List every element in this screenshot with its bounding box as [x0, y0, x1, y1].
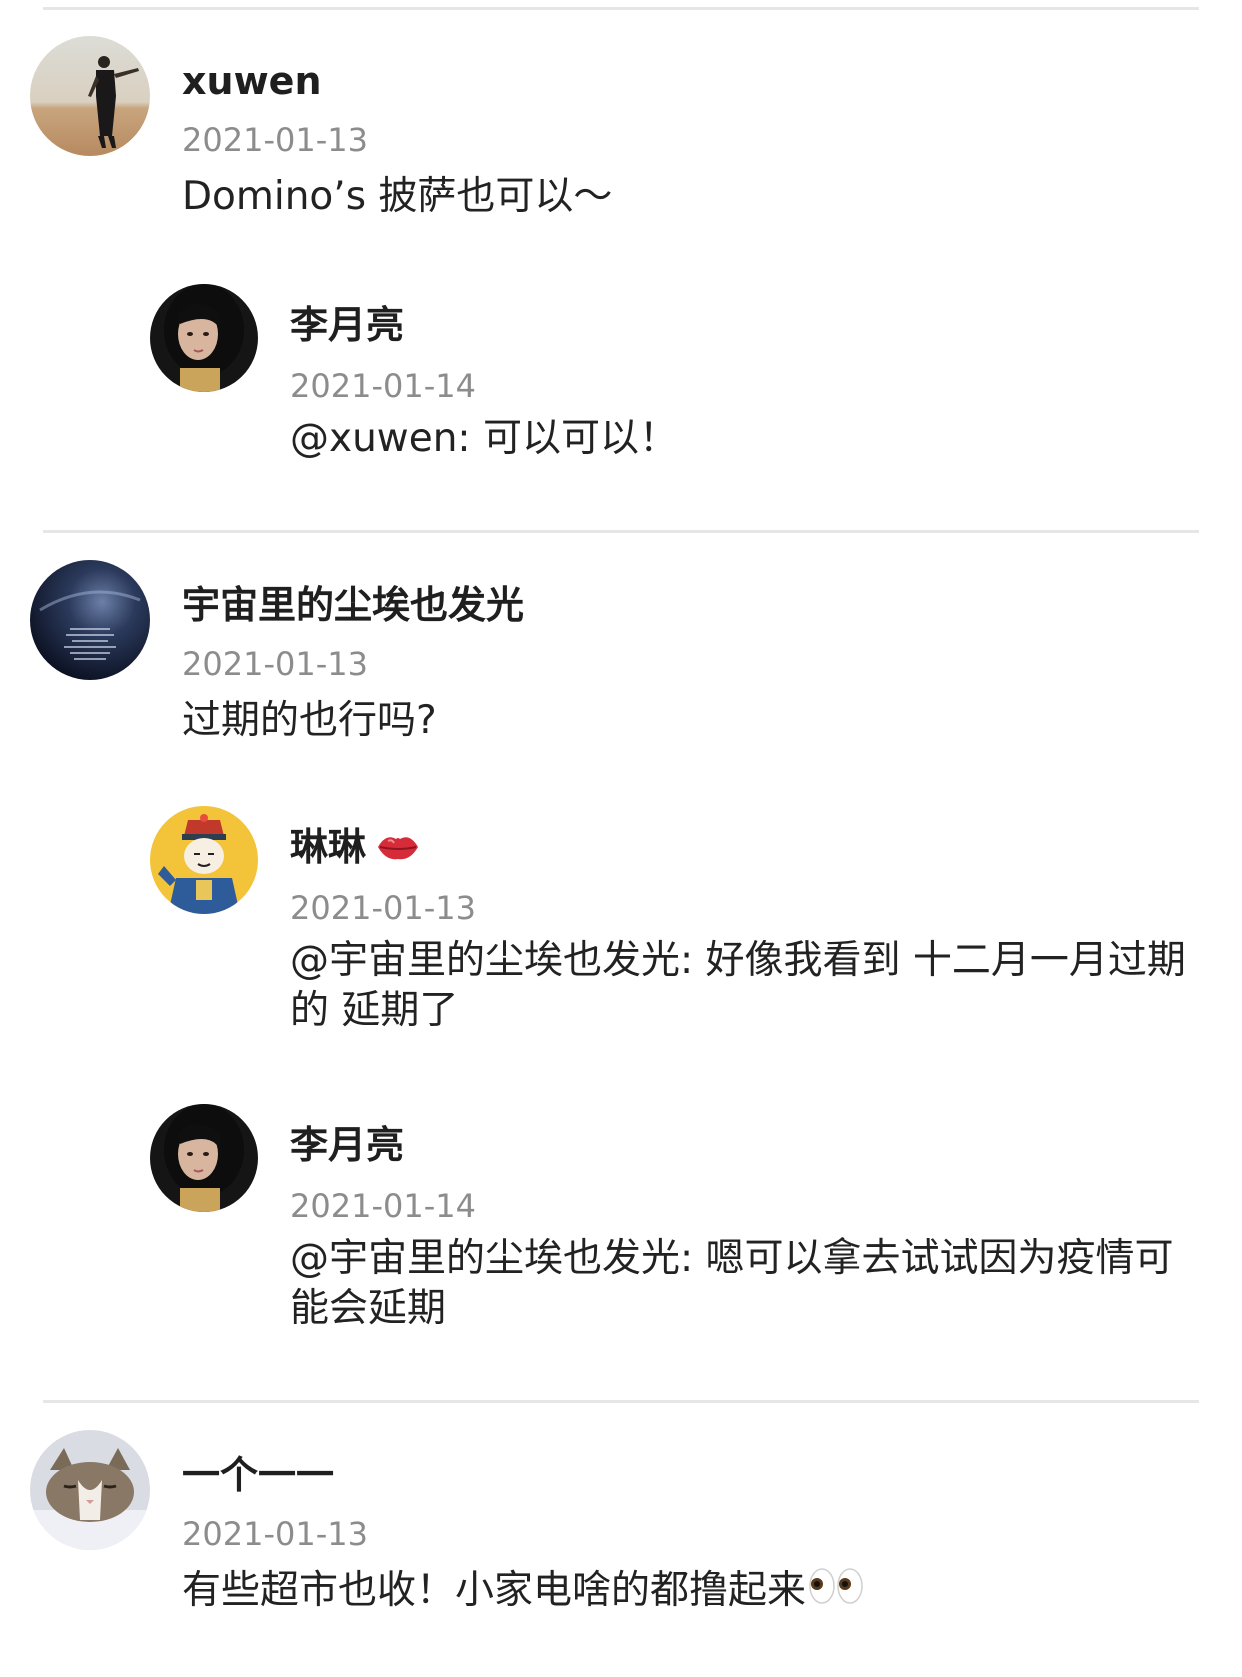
avatar[interactable] [150, 1104, 258, 1212]
reply-username[interactable]: 琳琳 [290, 828, 420, 871]
avatar[interactable] [30, 36, 150, 156]
avatar[interactable] [30, 1430, 150, 1550]
girl-portrait-avatar-icon [150, 1104, 258, 1212]
reply-date: 2021-01-14 [290, 1187, 476, 1225]
reply-date: 2021-01-13 [290, 889, 476, 927]
reply-item: 李月亮 2021-01-14 @宇宙里的尘埃也发光: 嗯可以拿去试试因为疫情可能… [0, 1104, 1242, 1364]
comment-divider [43, 530, 1199, 533]
reply-text: @xuwen: 可以可以！ [290, 416, 678, 461]
avatar[interactable] [150, 284, 258, 392]
comment-date: 2021-01-13 [182, 121, 368, 159]
comment-text-content: 有些超市也收！小家电啥的都撸起来 [182, 1568, 807, 1613]
beach-person-avatar-icon [30, 36, 150, 156]
avatar[interactable] [30, 560, 150, 680]
comment-text: 过期的也行吗? [182, 698, 437, 743]
eyes-icon [808, 1566, 864, 1619]
comment-divider [43, 1400, 1199, 1403]
comment-item: xuwen 2021-01-13 Domino’s 披萨也可以～ [0, 36, 1242, 236]
top-divider [43, 7, 1199, 10]
comment-date: 2021-01-13 [182, 645, 368, 683]
comment-text: Domino’s 披萨也可以～ [182, 174, 613, 219]
reply-item: 李月亮 2021-01-14 @xuwen: 可以可以！ [0, 284, 1242, 484]
reply-item: 琳琳 2021-01-13 @宇宙里的尘埃也发光: 好像我看到 十二月一月过期的… [0, 806, 1242, 1066]
comment-username[interactable]: 宇宙里的尘埃也发光 [182, 586, 524, 624]
reply-text: @宇宙里的尘埃也发光: 嗯可以拿去试试因为疫情可能会延期 [290, 1236, 1174, 1331]
night-sky-avatar-icon [30, 560, 150, 680]
comment-item: 宇宙里的尘埃也发光 2021-01-13 过期的也行吗? [0, 560, 1242, 760]
reply-username-text: 琳琳 [290, 825, 367, 869]
reply-username[interactable]: 李月亮 [290, 1126, 404, 1164]
comment-username[interactable]: xuwen [182, 62, 322, 100]
comment-text: 有些超市也收！小家电啥的都撸起来 [182, 1566, 1192, 1619]
comment-item: 一个一一 2021-01-13 有些超市也收！小家电啥的都撸起来 [0, 1430, 1242, 1677]
cartoon-qing-official-avatar-icon [150, 806, 258, 914]
girl-portrait-avatar-icon [150, 284, 258, 392]
reply-date: 2021-01-14 [290, 367, 476, 405]
comment-date: 2021-01-13 [182, 1515, 368, 1553]
reply-text: @宇宙里的尘埃也发光: 好像我看到 十二月一月过期的 延期了 [290, 938, 1186, 1033]
comment-username[interactable]: 一个一一 [182, 1456, 334, 1494]
avatar[interactable] [150, 806, 258, 914]
reply-username[interactable]: 李月亮 [290, 306, 404, 344]
lips-icon [376, 829, 420, 871]
cat-avatar-icon [30, 1430, 150, 1550]
